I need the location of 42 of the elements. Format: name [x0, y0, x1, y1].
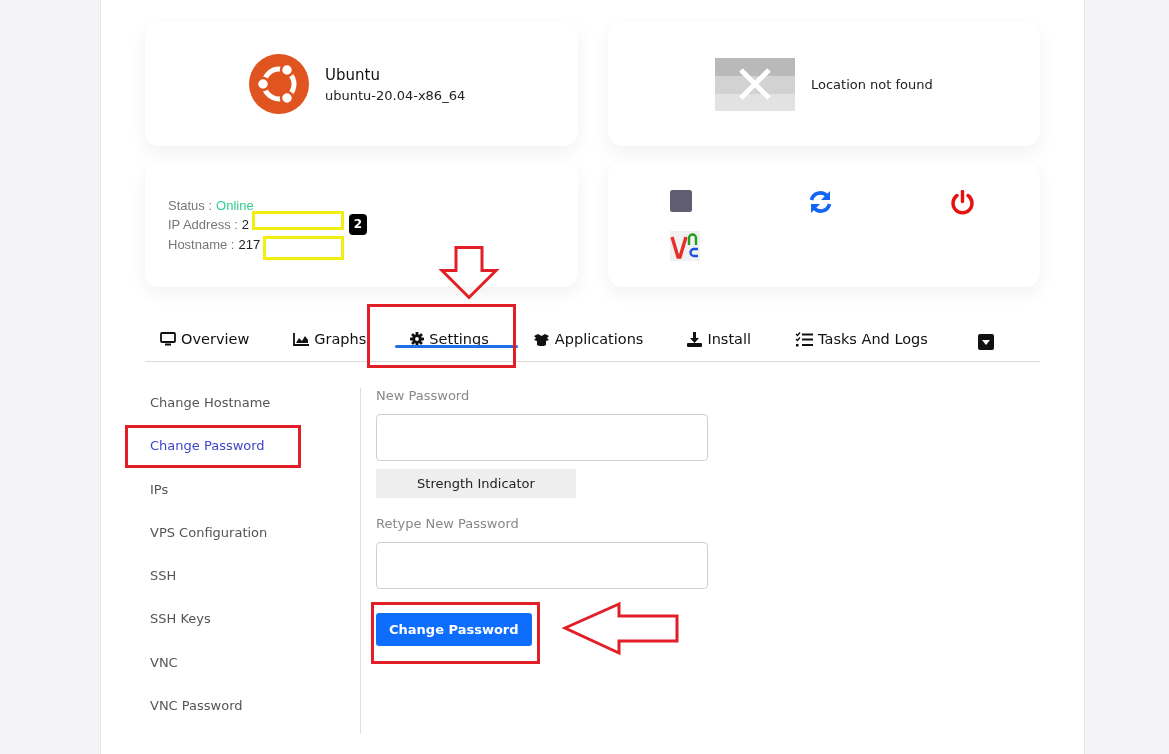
ip-label: IP Address :: [168, 216, 238, 235]
refresh-icon[interactable]: [808, 190, 833, 214]
tab[interactable]: Settings: [395, 317, 518, 361]
chart-icon: [293, 332, 310, 346]
settings-menu-item[interactable]: VNC: [145, 640, 178, 684]
settings-menu-item[interactable]: VNC Password: [145, 683, 243, 727]
change-password-button[interactable]: Change Password: [376, 613, 532, 646]
password-field[interactable]: [376, 414, 708, 461]
settings-menu-item[interactable]: VPS Configuration: [145, 510, 268, 554]
strength-indicator: Strength Indicator: [376, 469, 576, 498]
ubuntu-logo-icon: [249, 54, 309, 114]
os-name: Ubuntu: [325, 65, 381, 84]
settings-menu-item[interactable]: SSH Keys: [145, 597, 211, 641]
hostname-label: Hostname :: [168, 235, 235, 254]
settings-menu-item[interactable]: IPs: [145, 467, 169, 511]
os-template: ubuntu-20.04-x86_64: [325, 87, 466, 103]
field-label: New Password: [376, 388, 470, 404]
dropdown-icon[interactable]: [977, 334, 994, 350]
settings-menu-item[interactable]: Change Hostname: [145, 381, 271, 425]
location-text: Location not found: [811, 76, 933, 92]
hostname-value: 217: [238, 235, 261, 254]
password-field[interactable]: [376, 542, 708, 589]
status-label: Status :: [168, 196, 213, 215]
settings-menu-item[interactable]: SSH: [145, 554, 177, 598]
status-value: Online: [216, 196, 254, 215]
settings-menu-item[interactable]: Change Password: [145, 424, 265, 468]
download-icon: [687, 331, 703, 347]
arrow-drawing: [438, 246, 500, 300]
vnc-logo-icon[interactable]: [670, 231, 700, 261]
boxes-icon: [532, 332, 550, 346]
tab[interactable]: Graphs: [278, 317, 396, 361]
monitor-icon: [160, 332, 176, 346]
power-icon[interactable]: [950, 190, 975, 215]
checklist-icon: [795, 331, 814, 347]
tab[interactable]: Tasks And Logs: [780, 317, 957, 361]
ip-value: 2: [241, 216, 250, 235]
tab[interactable]: Applications: [517, 317, 673, 361]
field-label: Retype New Password: [376, 516, 519, 532]
tab[interactable]: Install: [672, 317, 781, 361]
tab[interactable]: Overview: [145, 317, 279, 361]
step-badge: 2: [349, 214, 367, 235]
map-unavailable-icon: [715, 57, 795, 111]
